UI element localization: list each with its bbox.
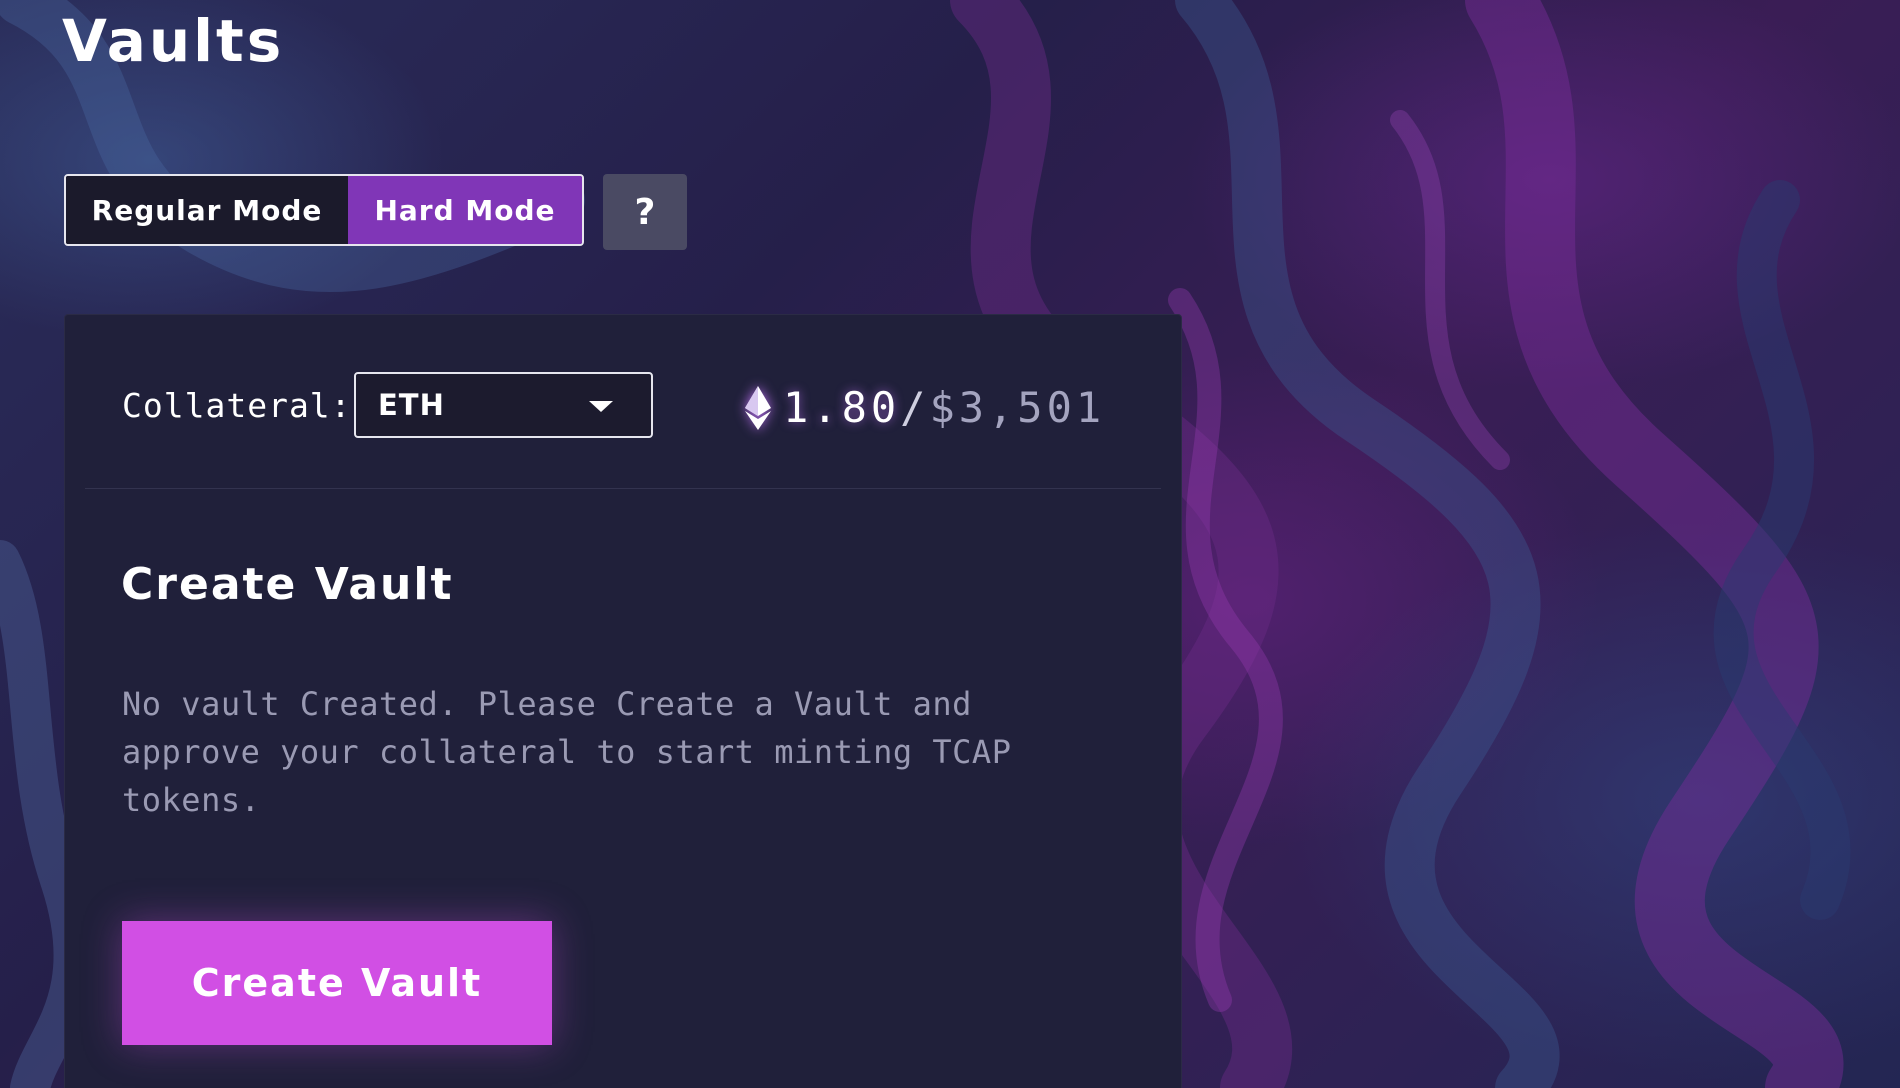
collateral-select-value: ETH — [378, 388, 445, 422]
mode-toggle: Regular Mode Hard Mode — [64, 174, 584, 246]
vault-card: Collateral: ETH 1.80 / $3,501 Create Vau… — [64, 314, 1182, 1088]
ethereum-icon — [745, 385, 771, 430]
page-title: Vaults — [62, 7, 285, 75]
create-vault-title: Create Vault — [121, 559, 454, 610]
balance-eth-amount: 1.80 — [783, 383, 901, 432]
regular-mode-button[interactable]: Regular Mode — [66, 176, 348, 244]
collateral-label: Collateral: — [122, 386, 352, 425]
chevron-down-icon — [589, 401, 613, 412]
divider — [85, 488, 1161, 489]
balance-separator: / — [900, 383, 930, 432]
collateral-select[interactable]: ETH — [354, 372, 653, 438]
balance-usd-value: $3,501 — [929, 383, 1106, 432]
collateral-balance: 1.80 / $3,501 — [745, 383, 1105, 432]
create-vault-button[interactable]: Create Vault — [122, 921, 552, 1045]
create-vault-description: No vault Created. Please Create a Vault … — [122, 685, 1012, 819]
hard-mode-button[interactable]: Hard Mode — [348, 176, 582, 244]
help-button[interactable]: ? — [603, 174, 687, 250]
question-mark-icon: ? — [634, 191, 656, 233]
